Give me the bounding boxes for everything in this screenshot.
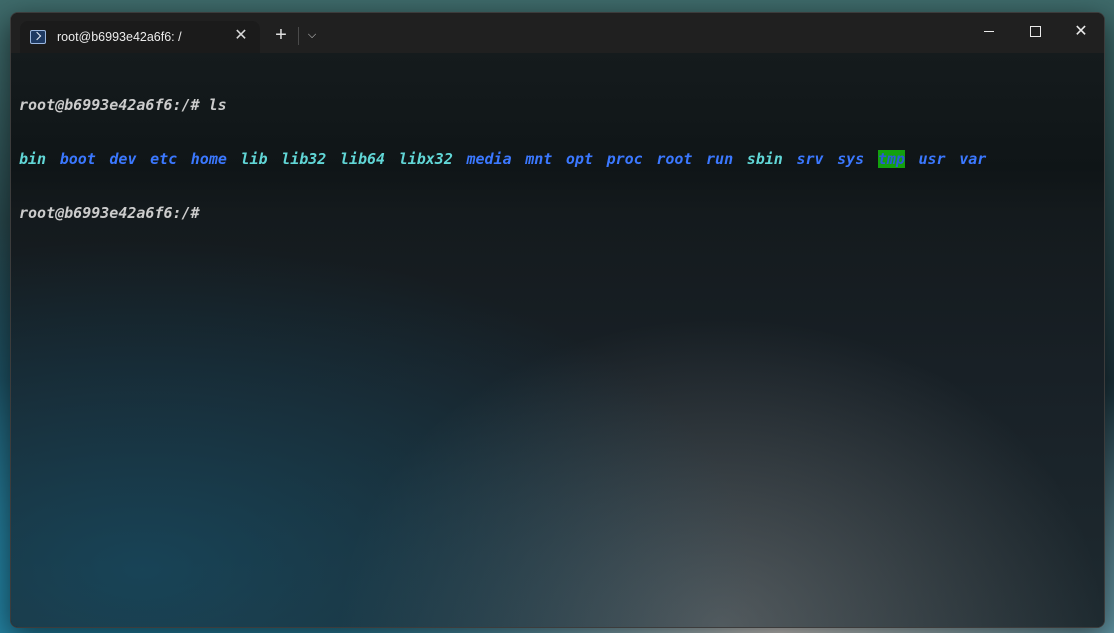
close-window-button[interactable]: ✕ <box>1058 13 1104 53</box>
command: ls <box>208 96 227 114</box>
close-icon: ✕ <box>1074 23 1088 40</box>
directory-entry: dev <box>109 150 137 168</box>
directory-entry: lib <box>240 150 268 168</box>
directory-entry: lib32 <box>281 150 327 168</box>
title-bar[interactable]: root@b6993e42a6f6: / ✕ + ⌵ ✕ <box>11 13 1104 53</box>
directory-entry: lib64 <box>339 150 386 168</box>
directory-entry: run <box>706 150 734 168</box>
new-tab-button[interactable]: + <box>271 25 291 45</box>
directory-entry: etc <box>150 150 178 168</box>
close-tab-icon[interactable]: ✕ <box>232 27 250 45</box>
directory-entry: sys <box>837 150 865 168</box>
directory-entry: tmp <box>877 150 905 168</box>
maximize-icon <box>1029 26 1041 38</box>
maximize-button[interactable] <box>1012 13 1058 53</box>
tab-active[interactable]: root@b6993e42a6f6: / ✕ <box>20 21 260 53</box>
powershell-icon <box>30 30 46 44</box>
directory-entry: bin <box>19 150 47 168</box>
directory-entry: opt <box>565 150 593 168</box>
command-line: root@b6993e42a6f6:/# ls <box>19 96 986 114</box>
terminal-content[interactable]: root@b6993e42a6f6:/# ls bin boot dev etc hom… <box>11 53 1104 627</box>
prompt-line: root@b6993e42a6f6:/# <box>19 204 986 222</box>
terminal-window: root@b6993e42a6f6: / ✕ + ⌵ ✕ root@b6993e… <box>10 12 1105 628</box>
prompt: root@b6993e42a6f6:/# <box>19 96 209 114</box>
directory-entry: sbin <box>746 150 783 168</box>
directory-entry: libx32 <box>398 150 453 168</box>
directory-entry: boot <box>59 150 96 168</box>
tab-separator <box>298 27 299 45</box>
directory-entry: var <box>959 150 987 168</box>
prompt: root@b6993e42a6f6:/# <box>19 204 200 222</box>
chevron-down-icon[interactable]: ⌵ <box>303 25 321 45</box>
minimize-button[interactable] <box>966 13 1012 53</box>
directory-entry: srv <box>796 150 824 168</box>
minimize-icon <box>984 31 994 33</box>
directory-entry: usr <box>918 150 946 168</box>
tab-title: root@b6993e42a6f6: / <box>57 30 182 44</box>
directory-entry: media <box>466 150 512 168</box>
directory-entry: home <box>190 150 227 168</box>
directory-entry: proc <box>606 150 643 168</box>
directory-entry: mnt <box>525 150 553 168</box>
directory-entry: root <box>656 150 693 168</box>
terminal-output: root@b6993e42a6f6:/# ls bin boot dev etc hom… <box>19 60 986 258</box>
ls-output: bin boot dev etc home lib lib32 lib64 libx32 medi… <box>19 150 986 168</box>
